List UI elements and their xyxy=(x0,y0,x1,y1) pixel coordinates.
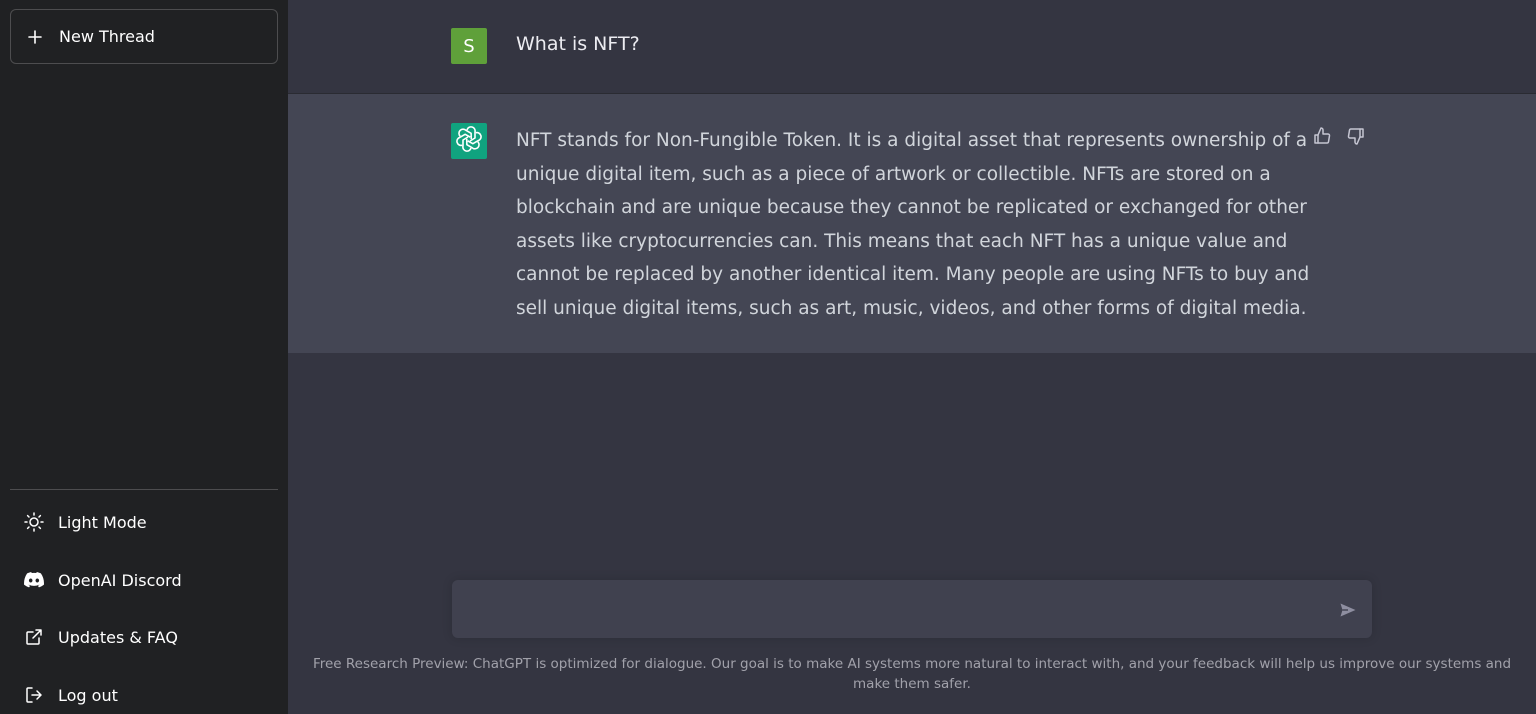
feedback-controls xyxy=(1312,126,1366,146)
light-mode-label: Light Mode xyxy=(58,512,147,532)
new-thread-button[interactable]: New Thread xyxy=(10,9,278,64)
user-avatar: S xyxy=(451,28,487,64)
updates-faq-label: Updates & FAQ xyxy=(58,627,178,647)
external-link-icon xyxy=(10,628,58,646)
user-avatar-initial: S xyxy=(463,35,475,57)
sun-icon xyxy=(10,512,58,532)
plus-icon xyxy=(11,29,59,45)
new-thread-label: New Thread xyxy=(59,27,155,46)
send-icon xyxy=(1340,603,1356,617)
openai-discord-link[interactable]: OpenAI Discord xyxy=(10,557,278,603)
thumbs-up-icon[interactable] xyxy=(1312,126,1332,146)
send-button[interactable] xyxy=(1338,600,1358,620)
updates-faq-link[interactable]: Updates & FAQ xyxy=(10,614,278,660)
assistant-avatar xyxy=(451,123,487,159)
openai-logo-icon xyxy=(456,126,482,156)
light-mode-button[interactable]: Light Mode xyxy=(10,499,278,545)
footer-disclaimer: Free Research Preview: ChatGPT is optimi… xyxy=(312,656,1512,692)
message-input[interactable] xyxy=(468,596,1318,622)
logout-icon xyxy=(10,686,58,704)
sidebar: New Thread Light Mode OpenAI Discord Upd… xyxy=(0,0,288,714)
sidebar-divider xyxy=(10,489,278,490)
logout-label: Log out xyxy=(58,685,118,705)
user-message: S What is NFT? xyxy=(288,0,1536,94)
user-message-text: What is NFT? xyxy=(516,33,640,55)
assistant-message-text: NFT stands for Non-Fungible Token. It is… xyxy=(516,130,1310,319)
chat-main: S What is NFT? NFT stands for Non-Fungib… xyxy=(288,0,1536,714)
assistant-message: NFT stands for Non-Fungible Token. It is… xyxy=(288,94,1536,353)
thumbs-down-icon[interactable] xyxy=(1346,126,1366,146)
message-input-box xyxy=(452,580,1372,638)
logout-button[interactable]: Log out xyxy=(10,672,278,714)
discord-icon xyxy=(10,572,58,588)
openai-discord-label: OpenAI Discord xyxy=(58,570,182,590)
